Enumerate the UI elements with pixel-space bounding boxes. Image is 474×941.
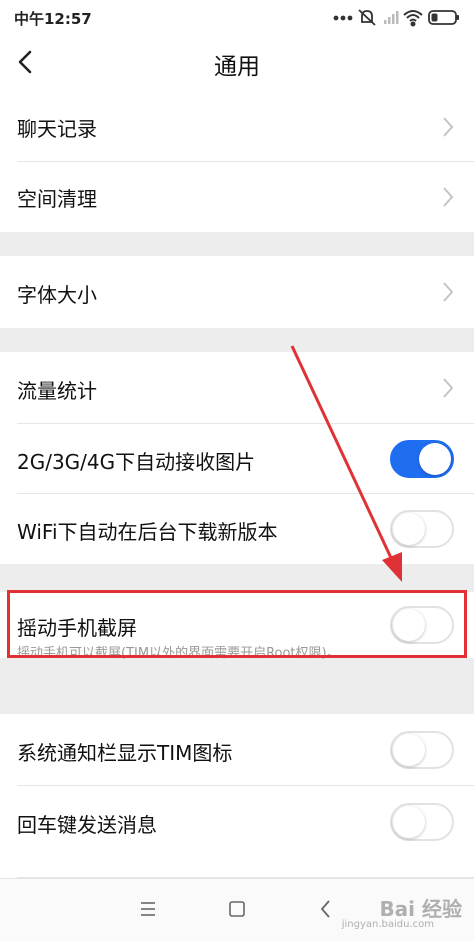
watermark-logo: Bai 经验 — [379, 897, 462, 921]
watermark-url: jingyan.baidu.com — [341, 919, 434, 930]
home-icon[interactable] — [228, 900, 246, 918]
system-navigation-bar: Bai 经验 jingyan.baidu.com — [0, 878, 474, 941]
annotation-arrow-icon — [290, 345, 402, 582]
back-icon[interactable] — [318, 899, 334, 919]
menu-icon[interactable] — [139, 901, 157, 917]
